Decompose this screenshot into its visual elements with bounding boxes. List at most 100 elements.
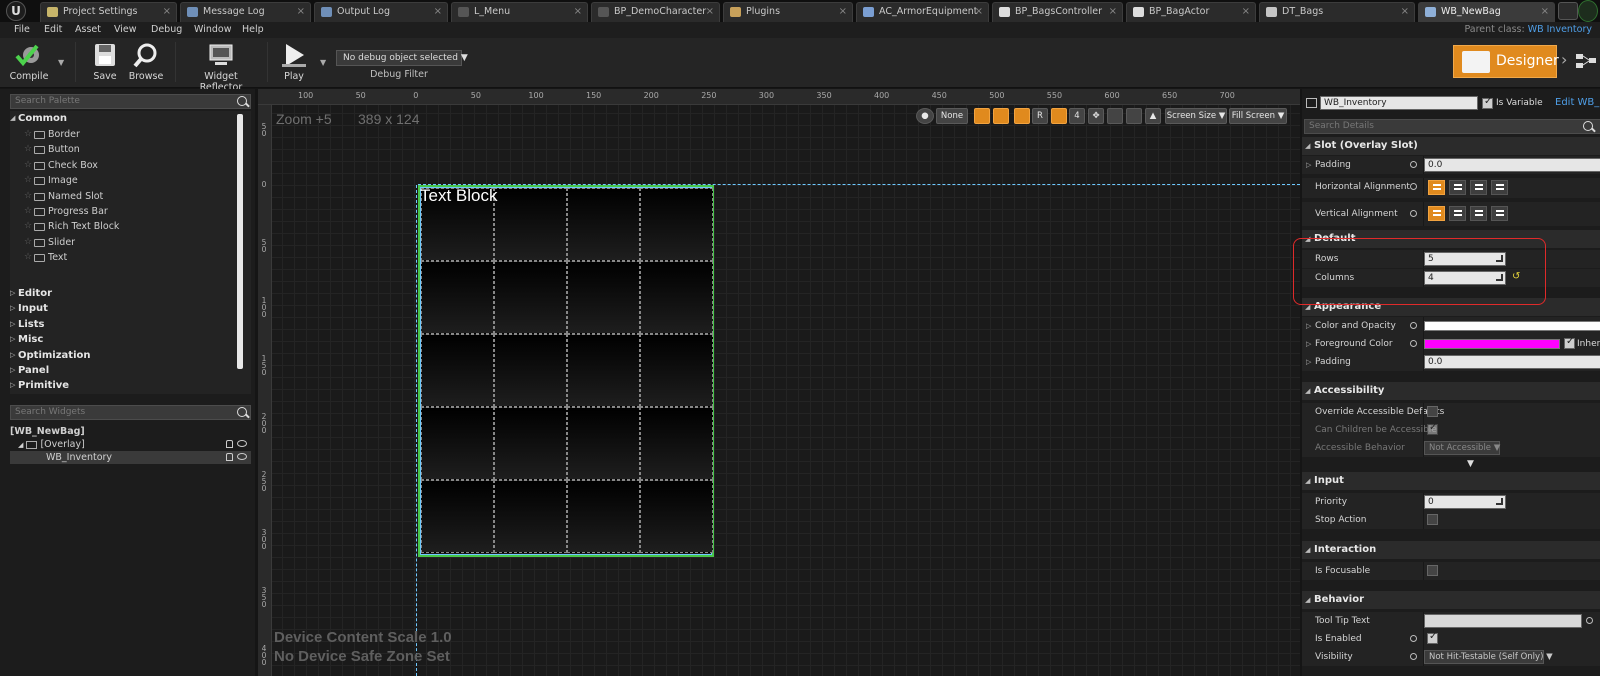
v-align-bottom-button[interactable] <box>1470 206 1487 221</box>
columns-input[interactable]: 4 <box>1424 271 1506 285</box>
tab-bp-bagactor[interactable]: BP_BagActor × <box>1126 2 1256 22</box>
palette-item-button[interactable]: ☆ Button <box>24 142 80 157</box>
binding-icon[interactable] <box>1410 653 1417 660</box>
palette-category-input[interactable]: ▷ Input <box>10 301 241 316</box>
binding-icon[interactable] <box>1410 322 1417 329</box>
palette-category-common[interactable]: ◢ Common <box>10 111 241 126</box>
edit-widget-link[interactable]: Edit WB_In <box>1555 97 1600 108</box>
show-advanced-arrow-icon[interactable]: ▼ <box>1467 459 1474 469</box>
details-search-input[interactable]: Search Details <box>1304 119 1600 134</box>
close-icon[interactable]: × <box>975 3 983 21</box>
rotation-snap-icon[interactable] <box>1014 108 1030 124</box>
source-control-icon[interactable] <box>1558 2 1578 20</box>
close-icon[interactable]: × <box>297 3 305 21</box>
reset-to-default-icon[interactable]: ↺ <box>1512 271 1520 282</box>
binding-icon[interactable] <box>1410 210 1417 217</box>
palette-category-lists[interactable]: ▷ Lists <box>10 317 241 332</box>
favorite-star-icon[interactable]: ☆ <box>24 250 32 265</box>
favorite-star-icon[interactable]: ☆ <box>24 173 32 188</box>
grid-snap-icon[interactable] <box>1051 108 1067 124</box>
inventory-slot[interactable] <box>421 334 494 407</box>
tab-wb-newbag[interactable]: WB_NewBag × <box>1418 2 1555 22</box>
tooltip-input[interactable] <box>1424 614 1582 628</box>
close-icon[interactable]: × <box>1401 3 1409 21</box>
background-icon[interactable] <box>1126 108 1142 124</box>
palette-category-optimization[interactable]: ▷ Optimization <box>10 348 241 363</box>
inventory-slot[interactable] <box>421 261 494 334</box>
collapsed-arrow-icon[interactable]: ▷ <box>1306 317 1311 335</box>
inventory-slot[interactable] <box>567 188 640 261</box>
inventory-slot[interactable] <box>640 334 713 407</box>
collapsed-arrow-icon[interactable]: ▷ <box>1306 156 1311 174</box>
favorite-star-icon[interactable]: ☆ <box>24 189 32 204</box>
binding-icon[interactable] <box>1410 161 1417 168</box>
priority-input[interactable]: 0 <box>1424 495 1506 509</box>
v-align-fill-button[interactable] <box>1491 206 1508 221</box>
text-block-widget[interactable]: Text Block <box>420 186 497 206</box>
favorite-star-icon[interactable]: ☆ <box>24 219 32 234</box>
menu-help[interactable]: Help <box>242 23 264 37</box>
section-appearance[interactable]: ◢ Appearance <box>1302 298 1600 316</box>
lock-icon[interactable] <box>226 440 233 448</box>
tab-bp-bagscontroller[interactable]: BP_BagsController × <box>992 2 1123 22</box>
grid-size-value[interactable]: 4 <box>1069 108 1085 124</box>
hierarchy-root[interactable]: [WB_NewBag] <box>10 425 251 438</box>
designer-mode-button[interactable]: Designer <box>1453 45 1559 78</box>
palette-item-image[interactable]: ☆ Image <box>24 173 78 188</box>
close-icon[interactable]: × <box>434 3 442 21</box>
padding-input[interactable]: 0.0 <box>1424 158 1600 172</box>
inventory-slot[interactable] <box>567 407 640 480</box>
close-icon[interactable]: × <box>574 3 582 21</box>
palette-category-misc[interactable]: ▷ Misc <box>10 332 241 347</box>
tab-plugins[interactable]: Plugins × <box>723 2 853 22</box>
inventory-slot[interactable] <box>421 480 494 553</box>
palette-category-primitive[interactable]: ▷ Primitive <box>10 378 241 393</box>
palette-item-text[interactable]: ☆ Text <box>24 250 67 265</box>
section-input[interactable]: ◢ Input <box>1302 472 1600 490</box>
tab-ac-armorequipment[interactable]: AC_ArmorEquipment × <box>856 2 989 22</box>
palette-category-panel[interactable]: ▷ Panel <box>10 363 241 378</box>
tab-project-settings[interactable]: Project Settings × <box>40 2 177 22</box>
palette-search-input[interactable]: Search Palette <box>10 94 251 109</box>
favorite-star-icon[interactable]: ☆ <box>24 142 32 157</box>
inventory-slot[interactable] <box>640 407 713 480</box>
inventory-slot[interactable] <box>640 188 713 261</box>
close-icon[interactable]: × <box>706 3 714 21</box>
close-icon[interactable]: × <box>1109 3 1117 21</box>
inventory-slot[interactable] <box>494 334 567 407</box>
palette-category-editor[interactable]: ▷ Editor <box>10 286 241 301</box>
close-icon[interactable]: × <box>839 3 847 21</box>
tab-bp-democharacter[interactable]: BP_DemoCharacter × <box>591 2 720 22</box>
collapsed-arrow-icon[interactable]: ▷ <box>1306 335 1311 353</box>
color-opacity-swatch[interactable] <box>1424 321 1600 331</box>
close-icon[interactable]: × <box>1242 3 1250 21</box>
close-icon[interactable]: × <box>1541 3 1549 21</box>
h-align-right-button[interactable] <box>1470 180 1487 195</box>
compile-options-chevron-icon[interactable]: ▼ <box>58 58 64 67</box>
selected-widget-frame[interactable] <box>418 185 714 557</box>
online-status-icon[interactable] <box>1578 0 1598 22</box>
tab-message-log[interactable]: Message Log × <box>180 2 311 22</box>
binding-icon[interactable] <box>1410 183 1417 190</box>
palette-item-slider[interactable]: ☆ Slider <box>24 235 75 250</box>
padding2-input[interactable]: 0.0 <box>1424 355 1600 369</box>
binding-icon[interactable] <box>1410 340 1417 347</box>
menu-edit[interactable]: Edit <box>44 23 62 37</box>
override-accessible-checkbox[interactable] <box>1427 406 1438 417</box>
v-align-center-button[interactable] <box>1449 206 1466 221</box>
favorite-star-icon[interactable]: ☆ <box>24 235 32 250</box>
foreground-color-swatch[interactable] <box>1424 339 1560 349</box>
close-icon[interactable]: × <box>163 3 171 21</box>
inventory-slot[interactable] <box>494 407 567 480</box>
h-align-fill-button[interactable] <box>1491 180 1508 195</box>
palette-scrollbar[interactable] <box>237 114 243 369</box>
menu-asset[interactable]: Asset <box>75 23 101 37</box>
is-variable-checkbox[interactable] <box>1482 96 1493 109</box>
palette-item-progress-bar[interactable]: ☆ Progress Bar <box>24 204 108 219</box>
fill-screen-dropdown[interactable]: Fill Screen ▼ <box>1229 108 1287 124</box>
lock-icon[interactable] <box>993 108 1009 124</box>
hierarchy-search-input[interactable]: Search Widgets <box>10 405 251 420</box>
h-align-fill-left-button[interactable] <box>1428 180 1445 195</box>
inventory-slot[interactable] <box>494 188 567 261</box>
palette-item-named-slot[interactable]: ☆ Named Slot <box>24 189 103 204</box>
